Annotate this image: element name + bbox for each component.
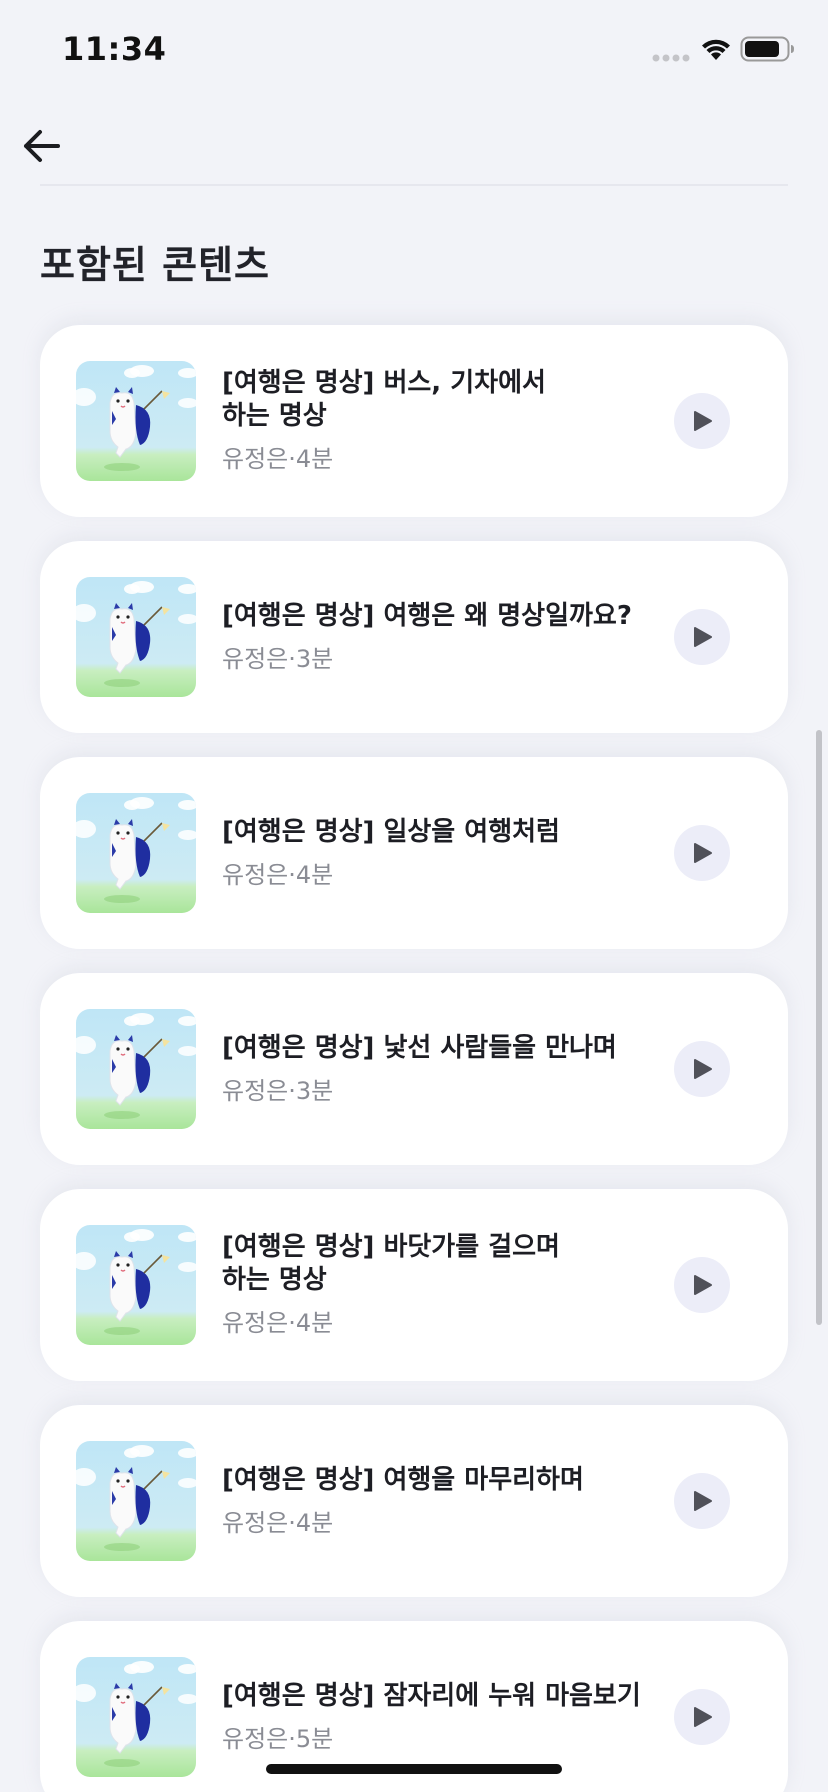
status-time: 11:34 <box>62 30 167 68</box>
scroll-indicator[interactable] <box>816 730 822 1325</box>
content-title: [여행은 명상] 버스, 기차에서 하는 명상 <box>222 368 546 431</box>
status-bar: 11:34 <box>0 0 828 100</box>
play-button[interactable] <box>674 1689 730 1745</box>
content-meta: 유정은·4분 <box>222 1507 652 1539</box>
screen: 11:34 포함된 콘텐츠 [여행은 명상] 버스, 기차에서 하는 명상 유정… <box>0 0 828 1792</box>
content-duration: 5분 <box>295 1724 334 1753</box>
content-duration: 4분 <box>295 860 334 889</box>
play-button[interactable] <box>674 825 730 881</box>
content-thumbnail <box>76 1009 196 1129</box>
meta-separator: · <box>288 1724 296 1753</box>
nav-bar <box>0 100 828 186</box>
play-icon <box>694 411 712 431</box>
play-button[interactable] <box>674 393 730 449</box>
meta-separator: · <box>288 445 296 473</box>
play-button[interactable] <box>674 1473 730 1529</box>
cat-traveler-thumbnail <box>76 1225 196 1345</box>
content-author: 유정은 <box>222 1309 289 1337</box>
meta-separator: · <box>288 644 296 673</box>
content-text: [여행은 명상] 여행은 왜 명상일까요? 유정은·3분 <box>222 541 652 733</box>
cat-traveler-thumbnail <box>76 1009 196 1129</box>
meta-separator: · <box>288 1076 296 1105</box>
content-card[interactable]: [여행은 명상] 여행은 왜 명상일까요? 유정은·3분 <box>40 541 788 733</box>
cat-traveler-thumbnail <box>76 577 196 697</box>
play-icon <box>694 627 712 647</box>
content-text: [여행은 명상] 여행을 마무리하며 유정은·4분 <box>222 1405 652 1597</box>
battery-icon <box>740 36 794 62</box>
content-thumbnail <box>76 1657 196 1777</box>
content-duration: 4분 <box>295 445 334 473</box>
play-icon <box>694 1059 712 1079</box>
section-title: 포함된 콘텐츠 <box>40 243 270 287</box>
content-text: [여행은 명상] 낯선 사람들을 만나며 유정은·3분 <box>222 973 652 1165</box>
content-duration: 4분 <box>295 1508 334 1537</box>
content-meta: 유정은·4분 <box>222 443 652 475</box>
content-card[interactable]: [여행은 명상] 여행을 마무리하며 유정은·4분 <box>40 1405 788 1597</box>
content-card[interactable]: [여행은 명상] 낯선 사람들을 만나며 유정은·3분 <box>40 973 788 1165</box>
cat-traveler-thumbnail <box>76 1657 196 1777</box>
content-title: [여행은 명상] 여행을 마무리하며 <box>222 1464 584 1495</box>
content-card[interactable]: [여행은 명상] 바닷가를 걸으며 하는 명상 유정은·4분 <box>40 1189 788 1381</box>
cellular-signal-icon <box>652 54 690 62</box>
content-thumbnail <box>76 1441 196 1561</box>
content-duration: 3분 <box>295 644 334 673</box>
content-list: [여행은 명상] 버스, 기차에서 하는 명상 유정은·4분 [여행은 명상] … <box>40 325 788 1792</box>
content-duration: 3분 <box>295 1076 334 1105</box>
content-text: [여행은 명상] 버스, 기차에서 하는 명상 유정은·4분 <box>222 325 652 517</box>
content-meta: 유정은·3분 <box>222 643 652 675</box>
play-button[interactable] <box>674 1041 730 1097</box>
content-thumbnail <box>76 793 196 913</box>
content-title: [여행은 명상] 일상을 여행처럼 <box>222 816 560 847</box>
content-title: [여행은 명상] 여행은 왜 명상일까요? <box>222 600 632 631</box>
content-meta: 유정은·4분 <box>222 859 652 891</box>
content-meta: 유정은·3분 <box>222 1075 652 1107</box>
back-button[interactable] <box>18 122 66 170</box>
play-icon <box>694 1707 712 1727</box>
content-card[interactable]: [여행은 명상] 버스, 기차에서 하는 명상 유정은·4분 <box>40 325 788 517</box>
content-text: [여행은 명상] 일상을 여행처럼 유정은·4분 <box>222 757 652 949</box>
content-author: 유정은 <box>222 445 289 473</box>
play-icon <box>694 843 712 863</box>
play-button[interactable] <box>674 1257 730 1313</box>
content-author: 유정은 <box>222 1724 289 1753</box>
content-meta: 유정은·5분 <box>222 1723 652 1755</box>
meta-separator: · <box>288 860 296 889</box>
content-title: [여행은 명상] 낯선 사람들을 만나며 <box>222 1032 617 1063</box>
cat-traveler-thumbnail <box>76 1441 196 1561</box>
content-author: 유정은 <box>222 860 289 889</box>
content-text: [여행은 명상] 바닷가를 걸으며 하는 명상 유정은·4분 <box>222 1189 652 1381</box>
cat-traveler-thumbnail <box>76 793 196 913</box>
content-thumbnail <box>76 577 196 697</box>
content-author: 유정은 <box>222 1076 289 1105</box>
arrow-left-icon <box>24 130 60 162</box>
content-author: 유정은 <box>222 644 289 673</box>
content-meta: 유정은·4분 <box>222 1307 652 1339</box>
cat-traveler-thumbnail <box>76 361 196 481</box>
meta-separator: · <box>288 1508 296 1537</box>
play-button[interactable] <box>674 609 730 665</box>
wifi-icon <box>702 39 730 60</box>
home-indicator <box>266 1764 562 1774</box>
content-card[interactable]: [여행은 명상] 일상을 여행처럼 유정은·4분 <box>40 757 788 949</box>
content-author: 유정은 <box>222 1508 289 1537</box>
meta-separator: · <box>288 1309 296 1337</box>
content-duration: 4분 <box>295 1309 334 1337</box>
play-icon <box>694 1491 712 1511</box>
content-title: [여행은 명상] 잠자리에 누워 마음보기 <box>222 1680 641 1711</box>
content-thumbnail <box>76 1225 196 1345</box>
content-title: [여행은 명상] 바닷가를 걸으며 하는 명상 <box>222 1232 560 1295</box>
play-icon <box>694 1275 712 1295</box>
content-thumbnail <box>76 361 196 481</box>
header-divider <box>40 184 788 186</box>
